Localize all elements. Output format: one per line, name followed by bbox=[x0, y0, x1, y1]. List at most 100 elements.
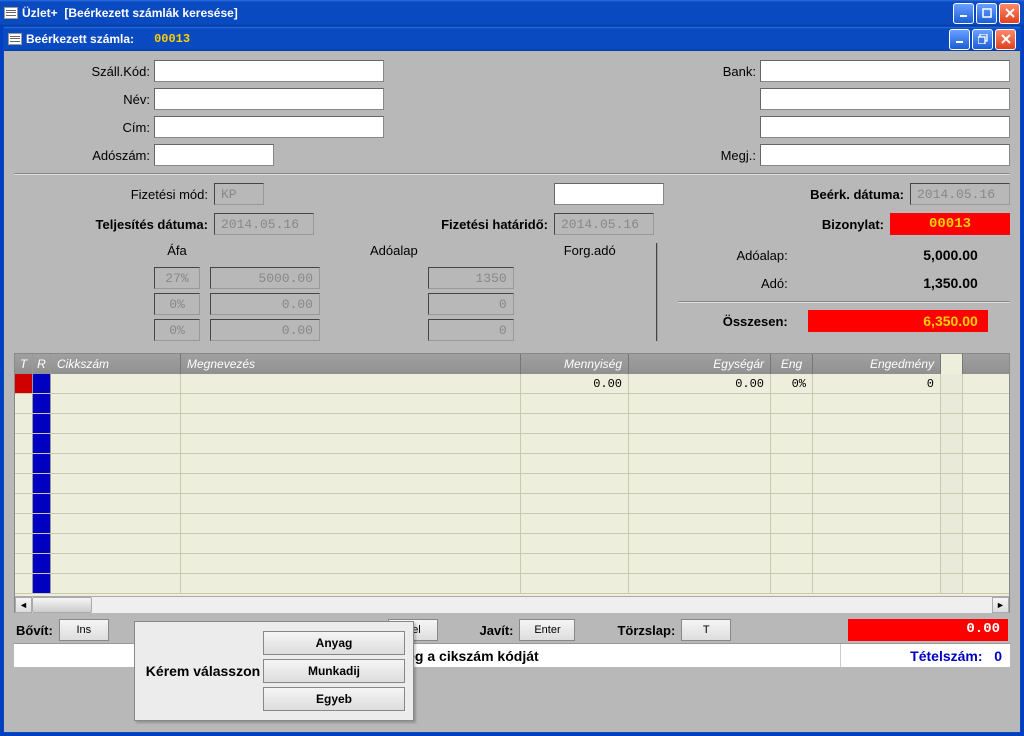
cell-megnevezes[interactable] bbox=[181, 534, 521, 553]
cell-egysegar[interactable] bbox=[629, 494, 771, 513]
cell-engedmeny[interactable] bbox=[813, 414, 941, 433]
cell-eng[interactable] bbox=[771, 414, 813, 433]
cell-cikkszam[interactable] bbox=[51, 454, 181, 473]
scroll-thumb[interactable] bbox=[32, 597, 92, 613]
cell-engedmeny[interactable] bbox=[813, 494, 941, 513]
maximize-button[interactable] bbox=[976, 3, 997, 24]
cell-megnevezes[interactable] bbox=[181, 394, 521, 413]
cell-megnevezes[interactable] bbox=[181, 554, 521, 573]
line-items-table[interactable]: T R Cikkszám Megnevezés Mennyiség Egység… bbox=[14, 353, 1010, 613]
cell-cikkszam[interactable] bbox=[51, 474, 181, 493]
cell-engedmeny[interactable] bbox=[813, 474, 941, 493]
cell-mennyiseg[interactable] bbox=[521, 414, 629, 433]
cell-cikkszam[interactable] bbox=[51, 554, 181, 573]
table-row[interactable] bbox=[15, 574, 1009, 594]
outer-titlebar[interactable]: Üzlet+ [Beérkezett számlák keresése] bbox=[0, 0, 1024, 26]
cell-egysegar[interactable] bbox=[629, 534, 771, 553]
scroll-left-button[interactable]: ◄ bbox=[15, 597, 32, 613]
cell-engedmeny[interactable] bbox=[813, 534, 941, 553]
th-cikkszam[interactable]: Cikkszám bbox=[51, 354, 181, 374]
th-eng[interactable]: Eng bbox=[771, 354, 813, 374]
cell-engedmeny[interactable] bbox=[813, 554, 941, 573]
cell-mennyiseg[interactable] bbox=[521, 494, 629, 513]
table-row[interactable] bbox=[15, 474, 1009, 494]
cell-eng[interactable] bbox=[771, 574, 813, 593]
anyag-button[interactable]: Anyag bbox=[263, 631, 405, 655]
table-row[interactable] bbox=[15, 454, 1009, 474]
cell-engedmeny[interactable] bbox=[813, 394, 941, 413]
inner-minimize-button[interactable] bbox=[949, 29, 970, 50]
cell-megnevezes[interactable] bbox=[181, 494, 521, 513]
cell-eng[interactable] bbox=[771, 434, 813, 453]
cell-cikkszam[interactable] bbox=[51, 414, 181, 433]
cell-megnevezes[interactable] bbox=[181, 514, 521, 533]
egyeb-button[interactable]: Egyeb bbox=[263, 687, 405, 711]
ins-button[interactable]: Ins bbox=[59, 619, 109, 641]
adoszam-input[interactable] bbox=[154, 144, 274, 166]
cell-mennyiseg[interactable] bbox=[521, 434, 629, 453]
cell-mennyiseg[interactable] bbox=[521, 394, 629, 413]
cell-egysegar[interactable] bbox=[629, 514, 771, 533]
cell-megnevezes[interactable] bbox=[181, 374, 521, 393]
megj-input[interactable] bbox=[760, 144, 1010, 166]
cell-engedmeny[interactable]: 0 bbox=[813, 374, 941, 393]
cell-cikkszam[interactable] bbox=[51, 574, 181, 593]
cell-mennyiseg[interactable] bbox=[521, 574, 629, 593]
cell-eng[interactable]: 0% bbox=[771, 374, 813, 393]
cell-engedmeny[interactable] bbox=[813, 454, 941, 473]
th-megnevezes[interactable]: Megnevezés bbox=[181, 354, 521, 374]
cell-mennyiseg[interactable]: 0.00 bbox=[521, 374, 629, 393]
table-row[interactable] bbox=[15, 394, 1009, 414]
enter-button[interactable]: Enter bbox=[519, 619, 575, 641]
cell-megnevezes[interactable] bbox=[181, 574, 521, 593]
cell-mennyiseg[interactable] bbox=[521, 514, 629, 533]
cell-eng[interactable] bbox=[771, 454, 813, 473]
cell-cikkszam[interactable] bbox=[51, 434, 181, 453]
scroll-right-button[interactable]: ► bbox=[992, 597, 1009, 613]
cell-egysegar[interactable] bbox=[629, 474, 771, 493]
cell-mennyiseg[interactable] bbox=[521, 534, 629, 553]
th-egysegar[interactable]: Egységár bbox=[629, 354, 771, 374]
nev-input[interactable] bbox=[154, 88, 384, 110]
horizontal-scrollbar[interactable]: ◄ ► bbox=[15, 596, 1009, 613]
inner-close-button[interactable] bbox=[995, 29, 1016, 50]
cell-eng[interactable] bbox=[771, 494, 813, 513]
cell-eng[interactable] bbox=[771, 534, 813, 553]
th-mennyiseg[interactable]: Mennyiség bbox=[521, 354, 629, 374]
th-engedmeny[interactable]: Engedmény bbox=[813, 354, 941, 374]
table-row[interactable] bbox=[15, 554, 1009, 574]
cell-cikkszam[interactable] bbox=[51, 534, 181, 553]
t-button[interactable]: T bbox=[681, 619, 731, 641]
table-row[interactable] bbox=[15, 514, 1009, 534]
table-row[interactable] bbox=[15, 434, 1009, 454]
mid-blank-input[interactable] bbox=[554, 183, 664, 205]
inner-titlebar[interactable]: Beérkezett számla: 00013 bbox=[4, 27, 1020, 51]
table-row[interactable]: 0.000.000%0 bbox=[15, 374, 1009, 394]
cell-egysegar[interactable] bbox=[629, 454, 771, 473]
minimize-button[interactable] bbox=[953, 3, 974, 24]
table-row[interactable] bbox=[15, 494, 1009, 514]
cell-eng[interactable] bbox=[771, 514, 813, 533]
cell-eng[interactable] bbox=[771, 554, 813, 573]
cell-egysegar[interactable] bbox=[629, 414, 771, 433]
cell-cikkszam[interactable] bbox=[51, 394, 181, 413]
cell-cikkszam[interactable] bbox=[51, 494, 181, 513]
cell-megnevezes[interactable] bbox=[181, 454, 521, 473]
cim-input[interactable] bbox=[154, 116, 384, 138]
cell-engedmeny[interactable] bbox=[813, 434, 941, 453]
cell-cikkszam[interactable] bbox=[51, 514, 181, 533]
cell-mennyiseg[interactable] bbox=[521, 474, 629, 493]
inner-restore-button[interactable] bbox=[972, 29, 993, 50]
cell-megnevezes[interactable] bbox=[181, 434, 521, 453]
cell-egysegar[interactable] bbox=[629, 434, 771, 453]
cell-mennyiseg[interactable] bbox=[521, 454, 629, 473]
th-r[interactable]: R bbox=[33, 354, 51, 374]
cell-mennyiseg[interactable] bbox=[521, 554, 629, 573]
cell-egysegar[interactable] bbox=[629, 394, 771, 413]
bank-input-2[interactable] bbox=[760, 88, 1010, 110]
table-row[interactable] bbox=[15, 414, 1009, 434]
cell-egysegar[interactable] bbox=[629, 554, 771, 573]
munkadij-button[interactable]: Munkadij bbox=[263, 659, 405, 683]
bank-input-3[interactable] bbox=[760, 116, 1010, 138]
cell-egysegar[interactable]: 0.00 bbox=[629, 374, 771, 393]
